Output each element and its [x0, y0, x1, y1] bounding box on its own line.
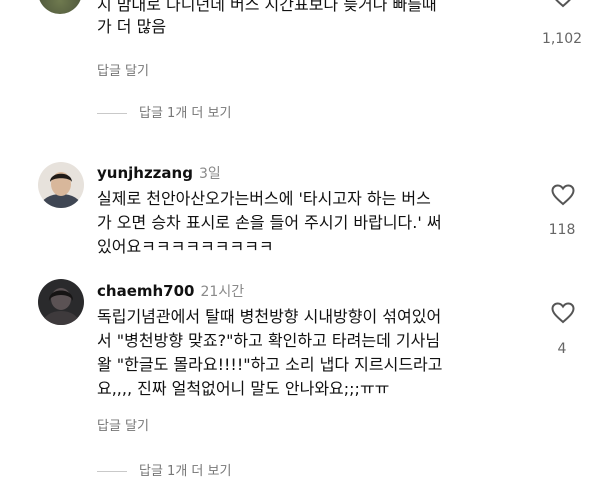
comment-text-line: 가 오면 승차 표시로 손을 들어 주시기 바랍니다.' 써: [97, 213, 442, 232]
avatar[interactable]: [38, 162, 84, 208]
comment-text-line: 서 "병천방향 맞죠?"하고 확인하고 타려는데 기사님: [97, 331, 441, 350]
heart-icon[interactable]: [551, 302, 575, 324]
like-count: 118: [548, 222, 576, 238]
like-count: 1,102: [541, 31, 583, 47]
view-replies-button[interactable]: 답글 1개 더 보기: [97, 460, 231, 479]
comment-time: 3일: [198, 166, 221, 182]
divider-line: [97, 113, 127, 114]
comment-text-line: 왈 "한글도 몰라요!!!!"하고 소리 냅다 지르시드라고: [97, 355, 443, 374]
username-label[interactable]: chaemh700: [97, 282, 195, 300]
comment-username[interactable]: yunjhzzang 3일: [97, 163, 221, 183]
username-label[interactable]: yunjhzzang: [97, 164, 193, 182]
view-replies-label: 답글 1개 더 보기: [139, 464, 232, 479]
comment-text-line: 독립기념관에서 탈때 병천방향 시내방향이 섞여있어: [97, 307, 442, 326]
like-count: 4: [557, 341, 567, 357]
reply-button[interactable]: 답글 달기: [97, 60, 149, 79]
comment-text-line: 실제로 천안아산오가는버스에 '타시고자 하는 버스: [97, 189, 431, 208]
view-replies-button[interactable]: 답글 1개 더 보기: [97, 102, 231, 121]
reply-button[interactable]: 답글 달기: [97, 415, 149, 434]
avatar[interactable]: [38, 0, 82, 14]
divider-line: [97, 471, 127, 472]
comment-username[interactable]: chaemh700 21시간: [97, 281, 244, 301]
comment-text-line: 요,,,, 진짜 얼척없어니 말도 안나와요;;;ㅠㅠ: [97, 379, 390, 398]
comment-time: 21시간: [200, 284, 245, 300]
heart-icon[interactable]: [551, 184, 575, 206]
comment-text-line: 있어요ㅋㅋㅋㅋㅋㅋㅋㅋㅋ: [97, 237, 274, 256]
avatar[interactable]: [38, 279, 84, 325]
comment-text-line: 지 맘대로 다니던데 버스 시간표보다 늦거나 빠를때: [97, 0, 437, 14]
heart-icon[interactable]: [551, 0, 575, 8]
comment-text-line: 가 더 많음: [97, 17, 167, 36]
view-replies-label: 답글 1개 더 보기: [139, 106, 232, 121]
